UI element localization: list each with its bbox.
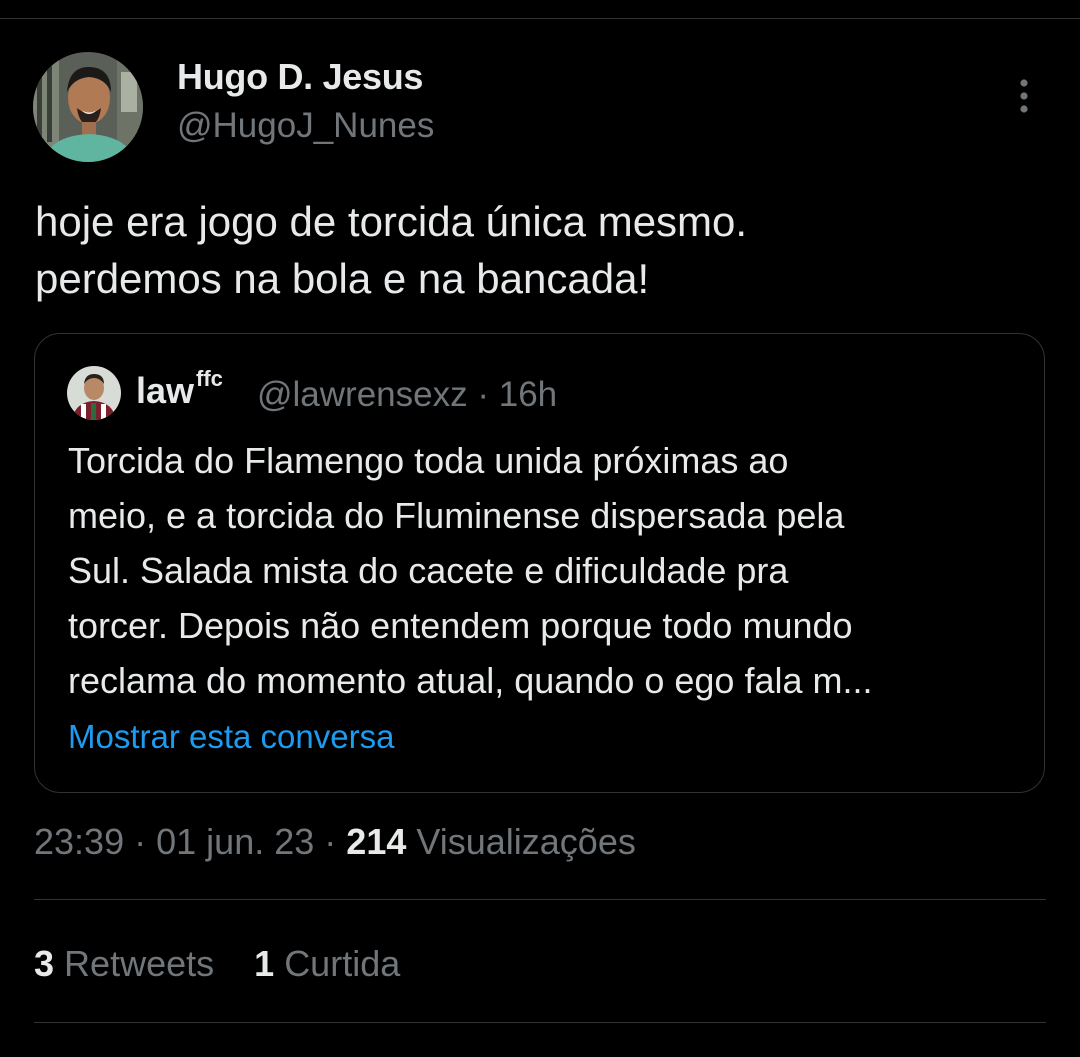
quoted-tweet-card[interactable]: lawffc @lawrensexz · 16h Torcida do Flam… <box>34 333 1045 793</box>
quoted-author-name-text: law <box>136 370 195 411</box>
quoted-author-name[interactable]: lawffc <box>136 366 223 412</box>
views-count: 214 <box>346 821 407 862</box>
meta-separator: · <box>134 821 147 862</box>
quoted-author-name-superscript: ffc <box>196 366 223 391</box>
more-vertical-icon <box>1020 79 1028 113</box>
quoted-tweet-text: Torcida do Flamengo toda unida próximas … <box>68 440 873 701</box>
more-options-button[interactable] <box>1006 76 1042 116</box>
likes-stat[interactable]: 1 Curtida <box>254 943 400 984</box>
divider <box>34 899 1046 900</box>
retweets-label: Retweets <box>64 943 215 984</box>
quoted-author-avatar[interactable] <box>67 366 121 420</box>
author-avatar[interactable] <box>33 52 143 162</box>
likes-count: 1 <box>254 943 275 984</box>
quoted-tweet-time[interactable]: 16h <box>499 375 557 414</box>
engagement-stats: 3 Retweets 1 Curtida <box>34 943 430 985</box>
quoted-meta-separator: · <box>477 375 489 414</box>
show-thread-link[interactable]: Mostrar esta conversa <box>68 718 394 756</box>
author-display-name[interactable]: Hugo D. Jesus <box>177 56 423 98</box>
tweet-text: hoje era jogo de torcida única mesmo. pe… <box>35 198 748 302</box>
author-handle[interactable]: @HugoJ_Nunes <box>177 106 434 146</box>
divider <box>34 1022 1046 1023</box>
top-divider <box>0 18 1080 19</box>
author-avatar-image <box>33 52 143 162</box>
tweet-meta: 23:39 · 01 jun. 23 · 214 Visualizações <box>34 821 636 863</box>
quoted-author-handle: @lawrensexz <box>257 375 468 414</box>
meta-separator: · <box>324 821 337 862</box>
tweet-date[interactable]: 01 jun. 23 <box>156 821 314 862</box>
quoted-tweet-meta: @lawrensexz · 16h <box>257 375 557 415</box>
retweets-stat[interactable]: 3 Retweets <box>34 943 214 984</box>
tweet-time[interactable]: 23:39 <box>34 821 124 862</box>
quoted-author-avatar-image <box>67 366 121 420</box>
views-label: Visualizações <box>416 821 636 862</box>
likes-label: Curtida <box>284 943 401 984</box>
retweets-count: 3 <box>34 943 55 984</box>
